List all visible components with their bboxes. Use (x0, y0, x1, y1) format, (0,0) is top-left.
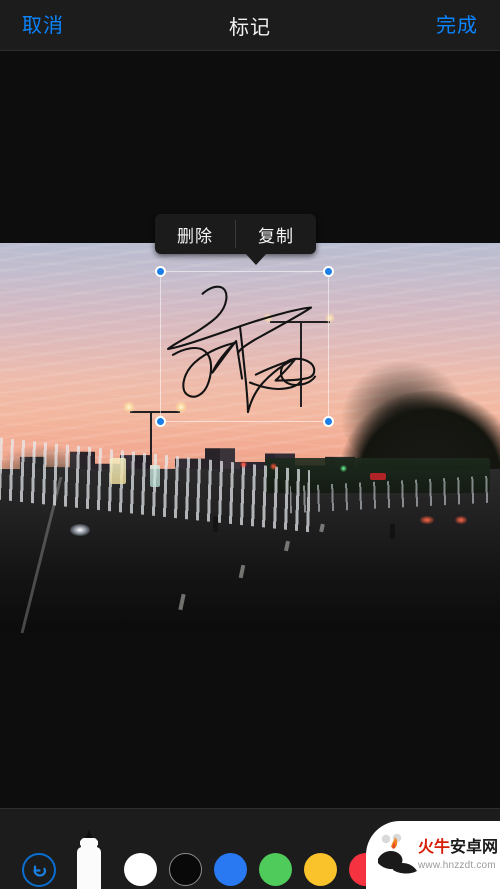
color-swatch-white[interactable] (124, 853, 157, 886)
pedestrian-silhouette (390, 523, 395, 539)
color-swatch-green[interactable] (259, 853, 292, 886)
watermark: 火牛安卓网 www.hnzzdt.com (366, 821, 500, 889)
markup-canvas[interactable]: 删除 复制 (0, 51, 500, 808)
street-lamp-pole (150, 410, 152, 466)
watermark-logo-icon (378, 833, 417, 874)
color-swatch-blue[interactable] (214, 853, 247, 886)
pedestrian-silhouette (212, 516, 218, 532)
color-swatch-black[interactable] (169, 853, 202, 886)
storefront-light (110, 457, 126, 484)
undo-button[interactable] (22, 853, 56, 887)
watermark-brand-dark: 安卓网 (450, 839, 499, 856)
tool-bar: 火牛安卓网 www.hnzzdt.com (0, 808, 500, 889)
delete-menu-item[interactable]: 删除 (155, 214, 235, 254)
resize-handle-top-right[interactable] (323, 266, 334, 277)
context-menu: 删除 复制 (155, 214, 316, 265)
resize-handle-bottom-right[interactable] (323, 416, 334, 427)
signature-drawing[interactable] (161, 272, 328, 421)
car-taillight (455, 516, 467, 524)
annotation-selection-box[interactable] (155, 266, 334, 427)
car-taillight (420, 516, 434, 524)
marker-pen-tool[interactable] (74, 828, 104, 889)
resize-handle-top-left[interactable] (155, 266, 166, 277)
copy-menu-item[interactable]: 复制 (236, 214, 316, 254)
storefront-light (150, 465, 160, 488)
top-bar: 取消 标记 完成 (0, 0, 500, 51)
page-title: 标记 (229, 17, 271, 39)
car-headlight (70, 523, 90, 536)
undo-icon (33, 865, 47, 877)
color-swatch-list (124, 853, 382, 886)
markup-screen: 取消 标记 完成 删除 复制 火牛安卓网 www.hnzzdt.com (0, 0, 500, 889)
street-lamp-glow (122, 400, 135, 413)
watermark-text: 火牛安卓网 www.hnzzdt.com (418, 833, 500, 871)
watermark-brand: 火牛安卓网 (418, 833, 500, 857)
neon-sign (370, 473, 386, 481)
done-button[interactable]: 完成 (436, 16, 478, 36)
color-swatch-yellow[interactable] (304, 853, 337, 886)
pen-body (77, 847, 101, 889)
watermark-url: www.hnzzdt.com (418, 860, 496, 871)
context-menu-tail (245, 253, 267, 265)
watermark-brand-red: 火牛 (418, 839, 451, 856)
resize-handle-bottom-left[interactable] (155, 416, 166, 427)
